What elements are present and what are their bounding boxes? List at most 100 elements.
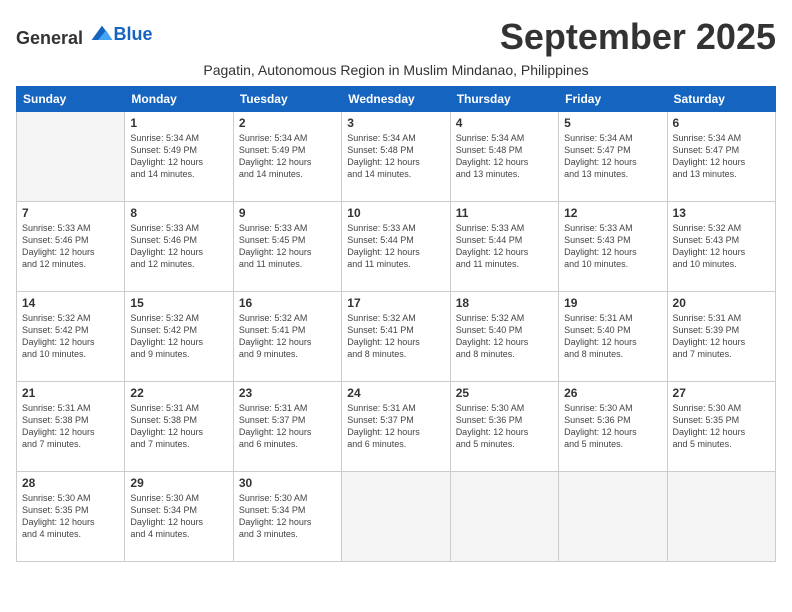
- day-number: 9: [239, 206, 336, 220]
- day-info: Sunrise: 5:34 AMSunset: 5:48 PMDaylight:…: [347, 132, 444, 181]
- week-row-1: 1Sunrise: 5:34 AMSunset: 5:49 PMDaylight…: [17, 112, 776, 202]
- column-header-sunday: Sunday: [17, 87, 125, 112]
- day-info: Sunrise: 5:33 AMSunset: 5:46 PMDaylight:…: [130, 222, 227, 271]
- calendar-cell: 13 Sunrise: 5:32 AMSunset: 5:43 PMDayligh…: [667, 202, 775, 292]
- day-number: 28: [22, 476, 119, 490]
- subtitle: Pagatin, Autonomous Region in Muslim Min…: [16, 62, 776, 78]
- calendar-cell: 5Sunrise: 5:34 AMSunset: 5:47 PMDaylight…: [559, 112, 667, 202]
- day-info: Sunrise: 5:33 AMSunset: 5:45 PMDaylight:…: [239, 222, 336, 271]
- day-number: 24: [347, 386, 444, 400]
- calendar-cell: 9 Sunrise: 5:33 AMSunset: 5:45 PMDaylight…: [233, 202, 341, 292]
- day-number: 10: [347, 206, 444, 220]
- logo-general: General: [16, 28, 83, 48]
- calendar-cell: 27 Sunrise: 5:30 AMSunset: 5:35 PMDayligh…: [667, 382, 775, 472]
- day-info: Sunrise: 5:32 AMSunset: 5:41 PMDaylight:…: [347, 312, 444, 361]
- calendar-cell: 10Sunrise: 5:33 AMSunset: 5:44 PMDayligh…: [342, 202, 450, 292]
- day-number: 5: [564, 116, 661, 130]
- calendar-cell: [667, 472, 775, 562]
- day-info: Sunrise: 5:31 AMSunset: 5:37 PMDaylight:…: [239, 402, 336, 451]
- calendar-cell: 29 Sunrise: 5:30 AMSunset: 5:34 PMDayligh…: [125, 472, 233, 562]
- calendar-cell: 16 Sunrise: 5:32 AMSunset: 5:41 PMDayligh…: [233, 292, 341, 382]
- day-info: Sunrise: 5:32 AMSunset: 5:40 PMDaylight:…: [456, 312, 553, 361]
- calendar-cell: 2 Sunrise: 5:34 AMSunset: 5:49 PMDaylight…: [233, 112, 341, 202]
- week-row-3: 14 Sunrise: 5:32 AMSunset: 5:42 PMDayligh…: [17, 292, 776, 382]
- week-row-5: 28 Sunrise: 5:30 AMSunset: 5:35 PMDayligh…: [17, 472, 776, 562]
- calendar-cell: 21Sunrise: 5:31 AMSunset: 5:38 PMDayligh…: [17, 382, 125, 472]
- calendar-cell: [559, 472, 667, 562]
- calendar-cell: 6 Sunrise: 5:34 AMSunset: 5:47 PMDaylight…: [667, 112, 775, 202]
- column-header-thursday: Thursday: [450, 87, 558, 112]
- day-info: Sunrise: 5:32 AMSunset: 5:43 PMDaylight:…: [673, 222, 770, 271]
- calendar-cell: 30Sunrise: 5:30 AMSunset: 5:34 PMDayligh…: [233, 472, 341, 562]
- day-number: 18: [456, 296, 553, 310]
- day-number: 15: [130, 296, 227, 310]
- day-info: Sunrise: 5:31 AMSunset: 5:37 PMDaylight:…: [347, 402, 444, 451]
- month-title: September 2025: [500, 16, 776, 58]
- calendar-cell: 23Sunrise: 5:31 AMSunset: 5:37 PMDayligh…: [233, 382, 341, 472]
- column-header-saturday: Saturday: [667, 87, 775, 112]
- calendar-cell: 26Sunrise: 5:30 AMSunset: 5:36 PMDayligh…: [559, 382, 667, 472]
- calendar-cell: 25Sunrise: 5:30 AMSunset: 5:36 PMDayligh…: [450, 382, 558, 472]
- day-info: Sunrise: 5:31 AMSunset: 5:40 PMDaylight:…: [564, 312, 661, 361]
- week-row-4: 21Sunrise: 5:31 AMSunset: 5:38 PMDayligh…: [17, 382, 776, 472]
- day-number: 26: [564, 386, 661, 400]
- day-number: 19: [564, 296, 661, 310]
- calendar-cell: 28 Sunrise: 5:30 AMSunset: 5:35 PMDayligh…: [17, 472, 125, 562]
- day-number: 27: [673, 386, 770, 400]
- day-number: 4: [456, 116, 553, 130]
- day-number: 7: [22, 206, 119, 220]
- day-number: 29: [130, 476, 227, 490]
- day-info: Sunrise: 5:31 AMSunset: 5:38 PMDaylight:…: [130, 402, 227, 451]
- calendar-cell: 1Sunrise: 5:34 AMSunset: 5:49 PMDaylight…: [125, 112, 233, 202]
- column-header-monday: Monday: [125, 87, 233, 112]
- calendar-cell: [17, 112, 125, 202]
- calendar-cell: 7 Sunrise: 5:33 AMSunset: 5:46 PMDaylight…: [17, 202, 125, 292]
- calendar-header-row: SundayMondayTuesdayWednesdayThursdayFrid…: [17, 87, 776, 112]
- day-info: Sunrise: 5:34 AMSunset: 5:47 PMDaylight:…: [673, 132, 770, 181]
- day-info: Sunrise: 5:30 AMSunset: 5:34 PMDaylight:…: [239, 492, 336, 541]
- column-header-friday: Friday: [559, 87, 667, 112]
- logo-blue: Blue: [114, 24, 153, 44]
- calendar-cell: 24 Sunrise: 5:31 AMSunset: 5:37 PMDayligh…: [342, 382, 450, 472]
- day-number: 11: [456, 206, 553, 220]
- day-number: 6: [673, 116, 770, 130]
- day-info: Sunrise: 5:34 AMSunset: 5:49 PMDaylight:…: [130, 132, 227, 181]
- calendar-cell: 11Sunrise: 5:33 AMSunset: 5:44 PMDayligh…: [450, 202, 558, 292]
- calendar-cell: 4 Sunrise: 5:34 AMSunset: 5:48 PMDaylight…: [450, 112, 558, 202]
- calendar-cell: 18 Sunrise: 5:32 AMSunset: 5:40 PMDayligh…: [450, 292, 558, 382]
- day-info: Sunrise: 5:30 AMSunset: 5:35 PMDaylight:…: [673, 402, 770, 451]
- day-info: Sunrise: 5:32 AMSunset: 5:42 PMDaylight:…: [22, 312, 119, 361]
- day-info: Sunrise: 5:34 AMSunset: 5:49 PMDaylight:…: [239, 132, 336, 181]
- day-number: 2: [239, 116, 336, 130]
- day-number: 3: [347, 116, 444, 130]
- day-info: Sunrise: 5:30 AMSunset: 5:34 PMDaylight:…: [130, 492, 227, 541]
- header: General Blue September 2025: [16, 16, 776, 58]
- logo: General Blue: [16, 20, 153, 49]
- calendar-cell: 12Sunrise: 5:33 AMSunset: 5:43 PMDayligh…: [559, 202, 667, 292]
- day-info: Sunrise: 5:34 AMSunset: 5:48 PMDaylight:…: [456, 132, 553, 181]
- day-number: 13: [673, 206, 770, 220]
- day-number: 14: [22, 296, 119, 310]
- day-info: Sunrise: 5:33 AMSunset: 5:43 PMDaylight:…: [564, 222, 661, 271]
- calendar-cell: 22Sunrise: 5:31 AMSunset: 5:38 PMDayligh…: [125, 382, 233, 472]
- calendar-cell: 15 Sunrise: 5:32 AMSunset: 5:42 PMDayligh…: [125, 292, 233, 382]
- day-number: 8: [130, 206, 227, 220]
- day-info: Sunrise: 5:31 AMSunset: 5:38 PMDaylight:…: [22, 402, 119, 451]
- logo-icon: [90, 20, 114, 44]
- calendar-cell: 14 Sunrise: 5:32 AMSunset: 5:42 PMDayligh…: [17, 292, 125, 382]
- calendar-cell: 19 Sunrise: 5:31 AMSunset: 5:40 PMDayligh…: [559, 292, 667, 382]
- day-info: Sunrise: 5:30 AMSunset: 5:36 PMDaylight:…: [456, 402, 553, 451]
- calendar-table: SundayMondayTuesdayWednesdayThursdayFrid…: [16, 86, 776, 562]
- calendar-cell: 8 Sunrise: 5:33 AMSunset: 5:46 PMDaylight…: [125, 202, 233, 292]
- day-info: Sunrise: 5:30 AMSunset: 5:35 PMDaylight:…: [22, 492, 119, 541]
- calendar-cell: [450, 472, 558, 562]
- day-info: Sunrise: 5:32 AMSunset: 5:42 PMDaylight:…: [130, 312, 227, 361]
- day-number: 20: [673, 296, 770, 310]
- calendar-cell: 17Sunrise: 5:32 AMSunset: 5:41 PMDayligh…: [342, 292, 450, 382]
- day-number: 16: [239, 296, 336, 310]
- calendar-cell: [342, 472, 450, 562]
- day-info: Sunrise: 5:31 AMSunset: 5:39 PMDaylight:…: [673, 312, 770, 361]
- day-info: Sunrise: 5:33 AMSunset: 5:46 PMDaylight:…: [22, 222, 119, 271]
- calendar-cell: 3 Sunrise: 5:34 AMSunset: 5:48 PMDaylight…: [342, 112, 450, 202]
- day-info: Sunrise: 5:32 AMSunset: 5:41 PMDaylight:…: [239, 312, 336, 361]
